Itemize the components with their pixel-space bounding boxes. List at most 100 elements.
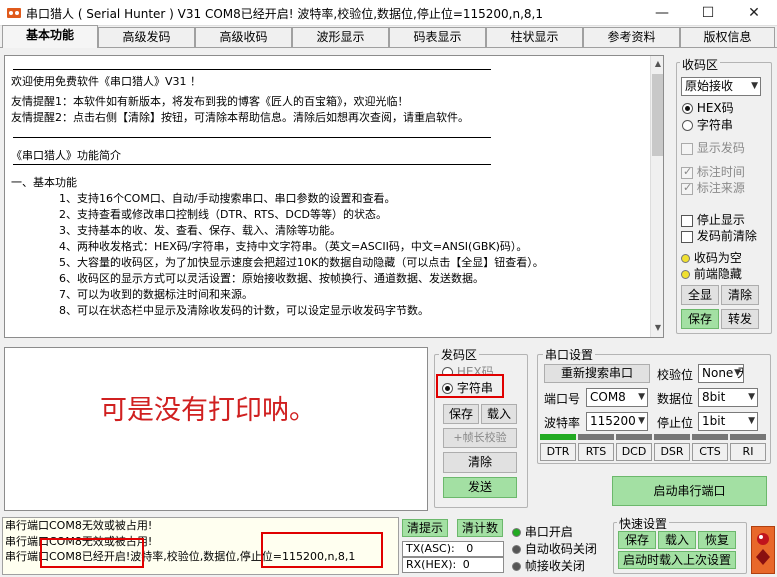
open-port-button[interactable]: 启动串行端口 [612, 476, 767, 506]
dcd-indicator: DCD [616, 443, 652, 461]
tx-label: TX(ASC): [406, 542, 455, 555]
databits-value: 8bit [702, 390, 726, 404]
highlight-box [261, 532, 383, 568]
show-all-button[interactable]: 全显 [681, 285, 719, 305]
port-open-label: 串口开启 [524, 525, 573, 539]
status-dot-icon [681, 254, 690, 263]
recv-empty-indicator: 收码为空 [681, 249, 742, 266]
send-load-button[interactable]: 载入 [481, 404, 517, 424]
send-textarea[interactable]: 可是没有打印呐。 [4, 347, 428, 511]
signal-light-dtr [540, 434, 576, 440]
tab-copyright[interactable]: 版权信息 [680, 27, 775, 47]
quick-save-button[interactable]: 保存 [618, 531, 656, 549]
clear-count-button[interactable]: 清计数 [457, 519, 503, 537]
tab-advanced-send[interactable]: 高级发码 [98, 27, 195, 47]
search-ports-button[interactable]: 重新搜索串口 [544, 364, 650, 383]
vertical-scrollbar[interactable]: ▲ ▼ [650, 56, 663, 337]
databits-label: 数据位 [657, 392, 694, 406]
tab-advanced-recv[interactable]: 高级收码 [195, 27, 292, 47]
checkbox-icon [681, 142, 693, 155]
chevron-down-icon: ▼ [748, 392, 755, 402]
tab-reference[interactable]: 参考资料 [583, 27, 680, 47]
recv-string-label: 字符串 [696, 118, 733, 132]
port-select[interactable]: COM8 ▼ [586, 388, 648, 407]
receive-mode-select[interactable]: 原始接收 ▼ [681, 77, 761, 96]
baud-select[interactable]: 115200 ▼ [586, 412, 648, 431]
rts-button[interactable]: RTS [578, 443, 614, 461]
chevron-down-icon: ▼ [751, 81, 758, 91]
status-dot-icon [512, 545, 521, 554]
stopbits-select[interactable]: 1bit ▼ [698, 412, 758, 431]
recv-clear-button[interactable]: 清除 [721, 285, 759, 305]
databits-select[interactable]: 8bit ▼ [698, 388, 758, 407]
list-item: 6、收码区的显示方式可以灵活设置：原始接收数据、按帧换行、通道数据、发送数据。 [59, 272, 484, 285]
quick-restore-button[interactable]: 恢复 [698, 531, 736, 549]
radio-off-icon [682, 120, 693, 131]
tip-line-1: 友情提醒1：本软件如有新版本，将发布到我的博客《匠人的百宝箱》，欢迎光临！ [11, 95, 409, 108]
welcome-line: 欢迎使用免费软件《串口猎人》V31 ！ [11, 75, 202, 88]
list-item: 2、支持查看或修改串口控制线（DTR、RTS、DCD等等）的状态。 [59, 208, 387, 221]
clear-tip-button[interactable]: 清提示 [402, 519, 448, 537]
tip-line-2: 友情提醒2：点击右侧【清除】按钮，可清除本帮助信息。清除后如想再次查阅，请重启软… [11, 111, 469, 124]
receive-content: 欢迎使用免费软件《串口猎人》V31 ！ 友情提醒1：本软件如有新版本，将发布到我… [5, 56, 649, 337]
cts-indicator: CTS [692, 443, 728, 461]
maximize-button[interactable]: ☐ [685, 0, 731, 26]
intro-title: 《串口猎人》功能简介 [11, 149, 121, 162]
recv-hex-radio[interactable]: HEX码 [682, 99, 734, 116]
recv-hex-label: HEX码 [696, 101, 734, 115]
stopbits-value: 1bit [702, 414, 726, 428]
show-sent-checkbox[interactable]: 显示发码 [681, 139, 745, 156]
list-item: 1、支持16个COM口、自动/手动搜索串口、串口参数的设置和查看。 [59, 192, 396, 205]
auto-recv-label: 自动收码关闭 [524, 542, 597, 556]
stop-display-checkbox[interactable]: 停止显示 [681, 211, 745, 228]
parity-select[interactable]: None 无▼ [698, 364, 744, 383]
mark-time-checkbox[interactable]: 标注时间 [681, 163, 745, 180]
auto-load-button[interactable]: 启动时载入上次设置 [618, 551, 736, 569]
scroll-down-icon[interactable]: ▼ [651, 320, 663, 336]
mark-time-label: 标注时间 [696, 165, 745, 179]
tab-waveform[interactable]: 波形显示 [292, 27, 389, 47]
hide-before-indicator: 前端隐藏 [681, 265, 742, 282]
signal-light-dsr [654, 434, 690, 440]
parity-label: 校验位 [657, 368, 694, 382]
tx-counter: TX(ASC): 0 [402, 541, 504, 557]
baud-label: 波特率 [544, 416, 581, 430]
signal-light-ri [730, 434, 766, 440]
forward-button[interactable]: 转发 [721, 309, 759, 329]
tab-code-table[interactable]: 码表显示 [389, 27, 486, 47]
send-save-button[interactable]: 保存 [443, 404, 479, 424]
chevron-down-icon: ▼ [638, 392, 645, 402]
close-button[interactable]: ✕ [731, 0, 777, 26]
clear-before-send-checkbox[interactable]: 发码前清除 [681, 227, 757, 244]
send-button[interactable]: 发送 [443, 477, 517, 498]
minimize-button[interactable]: — [639, 0, 685, 26]
recv-save-button[interactable]: 保存 [681, 309, 719, 329]
title-bar: 串口猎人 ( Serial Hunter ) V31 COM8已经开启! 波特率… [0, 0, 777, 26]
frame-check-button[interactable]: +帧长校验 [443, 428, 517, 448]
radio-on-icon [442, 383, 453, 394]
divider [13, 164, 491, 165]
mark-source-checkbox[interactable]: 标注来源 [681, 179, 745, 196]
scroll-up-icon[interactable]: ▲ [651, 56, 663, 72]
receive-mode-value: 原始接收 [685, 79, 734, 93]
tab-bar-chart[interactable]: 柱状显示 [486, 27, 583, 47]
checkbox-icon [681, 214, 693, 227]
send-content: 可是没有打印呐。 [100, 395, 316, 426]
app-icon [6, 5, 22, 21]
recv-string-radio[interactable]: 字符串 [682, 116, 733, 133]
send-string-radio[interactable]: 字符串 [436, 374, 504, 398]
tab-divider [0, 47, 777, 48]
quick-load-button[interactable]: 载入 [658, 531, 696, 549]
signal-light-dcd [616, 434, 652, 440]
log-params-label: 波特率,校验位,数据位, [130, 550, 240, 563]
send-clear-button[interactable]: 清除 [443, 452, 517, 473]
divider [13, 62, 491, 70]
scroll-thumb[interactable] [652, 74, 663, 156]
list-item: 7、可以为收到的数据标注时间和来源。 [59, 288, 253, 301]
hide-before-label: 前端隐藏 [693, 267, 742, 281]
tab-basic[interactable]: 基本功能 [2, 25, 98, 48]
rx-counter: RX(HEX): 0 [402, 557, 504, 573]
checkbox-checked-icon [681, 165, 693, 179]
receive-textarea[interactable]: 欢迎使用免费软件《串口猎人》V31 ！ 友情提醒1：本软件如有新版本，将发布到我… [4, 55, 664, 338]
dtr-button[interactable]: DTR [540, 443, 576, 461]
